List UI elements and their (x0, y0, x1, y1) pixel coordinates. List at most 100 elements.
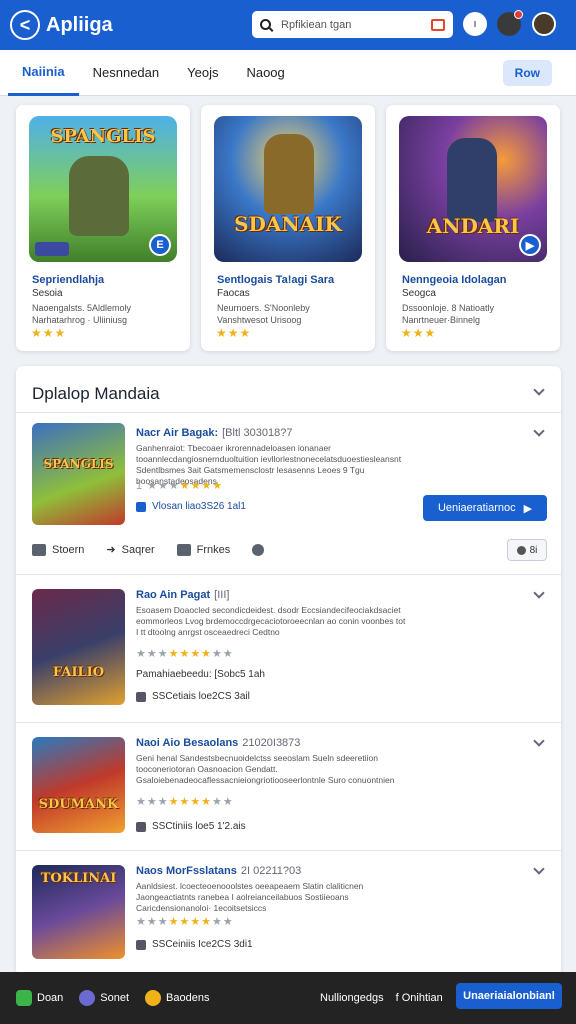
featured-title[interactable]: Sepriendlahja (32, 274, 104, 286)
item-meta-text: SSCetiais loe2CS 3ail (152, 691, 250, 702)
user-avatar[interactable] (532, 12, 556, 36)
chevron-down-icon[interactable] (533, 425, 545, 437)
empty-stars: ★★ (212, 648, 234, 660)
empty-stars: ★★★ (136, 796, 169, 808)
item-date: [III] (214, 589, 230, 601)
search-input[interactable]: Rpfikiean tgan (281, 19, 431, 31)
store-label: Stoern (52, 543, 85, 556)
item-title[interactable]: Rao Ain Pagat [III] (136, 589, 229, 601)
tab-views[interactable]: Yeojs (173, 50, 232, 96)
game-thumbnail[interactable]: FAILIO (32, 589, 125, 705)
play-icon[interactable]: ▶ (519, 234, 541, 256)
share-action[interactable]: ➜ Saqrer (106, 543, 155, 557)
featured-desc: Naoengalsts. 5Aldlemoly Narhatarhrog · U… (32, 302, 182, 326)
notification-dot (514, 10, 523, 19)
item-title-text[interactable]: Naoi Aio Besaolans (136, 737, 238, 749)
game-art-title: SPANGLIS (43, 457, 114, 471)
featured-game-art: SPANGLIS E (29, 116, 177, 262)
chevron-down-icon[interactable] (533, 735, 545, 747)
store-icon (136, 821, 146, 832)
bottom-link[interactable]: f Onihtian (396, 992, 443, 1004)
item-title-text[interactable]: Rao Ain Pagat (136, 589, 210, 601)
featured-title[interactable]: Nenngeoia Idolagan (402, 274, 507, 286)
list-item[interactable]: FAILIO Rao Ain Pagat [III] Esoasem Doaocl… (16, 574, 561, 722)
count-chip[interactable]: 8i (507, 539, 547, 561)
game-list-panel: Dplalop Mandaia SPANGLIS Nacr Air Bagak:… (16, 366, 561, 976)
featured-desc-line: Vanshtwesot Urisoog (217, 315, 302, 325)
featured-desc-line: Dssoonloje. 8 Natioatly (402, 303, 495, 313)
list-item[interactable]: SPANGLIS Nacr Air Bagak: [Bltl 303018?7 G… (16, 412, 561, 574)
item-title[interactable]: Naos MorFsslatans 2I 02211?03 (136, 865, 301, 877)
game-badge-icon: E (149, 234, 171, 256)
more-icon (252, 543, 265, 556)
featured-game-art: ANDARI ▶ (399, 116, 547, 262)
tab-news[interactable]: Naoog (232, 50, 298, 96)
tab-new[interactable]: Nesnnedan (79, 50, 174, 96)
item-meta-top: Pamahiaebeedu: [Sobc5 1ah (136, 669, 265, 680)
game-thumbnail[interactable]: SPANGLIS (32, 423, 125, 525)
platform-badge (35, 242, 69, 256)
bottom-item-baodens[interactable]: Baodens (145, 990, 209, 1006)
item-title-text[interactable]: Naos MorFsslatans (136, 865, 237, 877)
full-stars: ★★★★ (168, 648, 213, 660)
bottom-item-doan[interactable]: Doan (16, 990, 63, 1006)
featured-desc-line: Nanrtneuer·Binnelg (402, 315, 481, 325)
game-thumbnail[interactable]: TOKLINAI (32, 865, 125, 959)
featured-desc: Dssoonloje. 8 Natioatly Nanrtneuer·Binne… (402, 302, 552, 326)
featured-rating: ★★★ (216, 326, 252, 340)
item-rating: ★★★★★★★★★ (136, 795, 234, 808)
row-button[interactable]: Row (502, 60, 552, 86)
full-stars: ★★★★ (168, 796, 213, 808)
camera-icon[interactable] (431, 18, 445, 31)
chevron-down-icon[interactable] (533, 863, 545, 875)
list-item[interactable]: SDUMANK Naoi Aio Besaolans 21020I3873 Gen… (16, 722, 561, 848)
search-bar[interactable]: Rpfikiean tgan (252, 11, 453, 38)
frame-icon (176, 543, 191, 556)
frames-action[interactable]: Frnkes (176, 543, 231, 556)
item-date: [Bltl 303018?7 (222, 427, 293, 439)
featured-title[interactable]: Sentlogais Ta!agi Sara (217, 274, 334, 286)
featured-card[interactable]: SPANGLIS E Sepriendlahja Sesoia Naoengal… (16, 105, 190, 351)
featured-desc-line: Narhatarhrog · Uliiniusg (32, 315, 128, 325)
featured-desc: Neurnoers. S'Noonleby Vanshtwesot Urisoo… (217, 302, 367, 326)
item-desc: Geni henal Sandestsbecnuoidelctss seeosl… (136, 753, 395, 785)
featured-card[interactable]: SDANAIK Sentlogais Ta!agi Sara Faocas Ne… (201, 105, 375, 351)
item-meta-text: Vlosan liao3S26 1al1 (152, 501, 246, 512)
list-item[interactable]: TOKLINAI Naos MorFsslatans 2I 02211?03 Aa… (16, 850, 561, 976)
item-title[interactable]: Nacr Air Bagak: [Bltl 303018?7 (136, 427, 292, 439)
app-header: < Apliiga Rpfikiean tgan ı (0, 0, 576, 50)
frames-label: Frnkes (196, 543, 231, 556)
game-thumbnail[interactable]: SDUMANK (32, 737, 125, 833)
back-logo-icon[interactable]: < (10, 10, 40, 40)
bottom-item-sonet[interactable]: Sonet (79, 990, 129, 1006)
bottom-cta-button[interactable]: Unaeriaialonbianl (456, 983, 562, 1009)
chevron-down-icon[interactable] (533, 587, 545, 599)
profile-toggle-icon[interactable]: ı (463, 12, 487, 36)
play-arrow-icon: ▶ (523, 502, 533, 515)
install-label: Ueniaeratiarnoc (437, 502, 516, 514)
bottom-label: Doan (37, 992, 64, 1004)
item-meta: SSCeiniis Ice2CS 3di1 (136, 939, 253, 950)
character-figure (447, 138, 497, 222)
item-meta-text: SSCtiniis loe5 1'2.ais (152, 821, 246, 832)
rating-count: 1 (136, 480, 144, 492)
tab-home[interactable]: Naiinia (8, 50, 79, 96)
share-label: Saqrer (121, 543, 155, 556)
bottom-label: Baodens (166, 992, 210, 1004)
item-title[interactable]: Naoi Aio Besaolans 21020I3873 (136, 737, 300, 749)
notifications-icon[interactable] (497, 10, 523, 36)
featured-desc-line: Naoengalsts. 5Aldlemoly (32, 303, 132, 313)
chat-icon (79, 990, 96, 1006)
chevron-down-icon[interactable] (533, 384, 545, 396)
install-button[interactable]: Ueniaeratiarnoc ▶ (423, 495, 547, 521)
item-title-text[interactable]: Nacr Air Bagak: (136, 427, 218, 439)
featured-subtitle: Faocas (217, 288, 250, 299)
app-brand[interactable]: Apliiga (46, 14, 113, 37)
empty-stars: ★★ (212, 916, 234, 928)
bottom-link[interactable]: Nulliongedgs (320, 992, 384, 1004)
empty-stars: ★★★ (147, 480, 180, 492)
store-action[interactable]: Stoern (32, 543, 84, 556)
featured-card[interactable]: ANDARI ▶ Nenngeoia Idolagan Seogca Dssoo… (386, 105, 560, 351)
more-action[interactable] (252, 543, 265, 556)
game-art-title: SDUMANK (38, 797, 119, 812)
